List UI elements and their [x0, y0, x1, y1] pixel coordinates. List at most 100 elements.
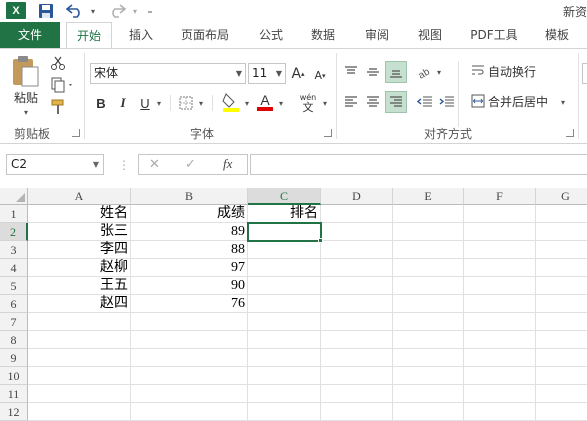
cell-e7[interactable]	[393, 313, 464, 331]
increase-indent-icon[interactable]	[438, 93, 456, 111]
tab-insert[interactable]: 插入	[118, 22, 164, 48]
cell-a2[interactable]: 张三	[28, 223, 131, 241]
tab-view[interactable]: 视图	[407, 22, 453, 48]
cell-f12[interactable]	[464, 403, 536, 421]
column-header-e[interactable]: E	[393, 188, 464, 205]
align-left-icon[interactable]	[342, 93, 360, 111]
cell-a5[interactable]: 王五	[28, 277, 131, 295]
merge-center-icon[interactable]	[470, 93, 486, 109]
cell-c5[interactable]	[248, 277, 321, 295]
cell-g3[interactable]	[536, 241, 587, 259]
cell-g8[interactable]	[536, 331, 587, 349]
row-header-4[interactable]: 4	[0, 259, 28, 277]
cell-e6[interactable]	[393, 295, 464, 313]
cell-c8[interactable]	[248, 331, 321, 349]
paste-dropdown-icon[interactable]: ▾	[16, 107, 36, 117]
cell-d4[interactable]	[321, 259, 393, 277]
alignment-launcher-icon[interactable]	[566, 129, 574, 137]
wrap-text-icon[interactable]	[470, 63, 486, 79]
tab-file[interactable]: 文件	[0, 22, 60, 48]
cell-g4[interactable]	[536, 259, 587, 277]
wrap-text-button[interactable]: 自动换行	[488, 63, 548, 79]
cell-f5[interactable]	[464, 277, 536, 295]
paste-button-label[interactable]: 粘贴	[10, 89, 42, 105]
cell-e8[interactable]	[393, 331, 464, 349]
customize-toolbar-icon[interactable]: ₌	[144, 2, 156, 20]
row-header-7[interactable]: 7	[0, 313, 28, 331]
merge-dropdown-icon[interactable]: ▾	[558, 95, 568, 109]
font-size-select[interactable]: 11 ▼	[248, 63, 286, 84]
cell-e2[interactable]	[393, 223, 464, 241]
font-name-select[interactable]: 宋体 ▼	[90, 63, 246, 84]
cell-a9[interactable]	[28, 349, 131, 367]
cell-b4[interactable]: 97	[131, 259, 248, 277]
cell-c9[interactable]	[248, 349, 321, 367]
format-painter-icon[interactable]	[48, 97, 68, 117]
column-header-d[interactable]: D	[321, 188, 393, 205]
italic-button[interactable]: I	[114, 93, 132, 113]
column-header-g[interactable]: G	[536, 188, 587, 205]
column-header-f[interactable]: F	[464, 188, 536, 205]
cell-d8[interactable]	[321, 331, 393, 349]
phonetic-guide-icon[interactable]: wén 文	[296, 91, 320, 115]
cell-d7[interactable]	[321, 313, 393, 331]
formula-bar-grip-icon[interactable]: ⋮	[118, 156, 130, 174]
font-color-icon[interactable]: A	[254, 91, 276, 113]
cell-e9[interactable]	[393, 349, 464, 367]
tab-pdf-tools[interactable]: PDF工具	[462, 22, 526, 48]
align-middle-icon[interactable]	[364, 63, 382, 81]
name-box[interactable]: C2 ▼	[6, 154, 104, 175]
row-header-1[interactable]: 1	[0, 205, 28, 223]
borders-dropdown-icon[interactable]: ▾	[196, 95, 206, 111]
cell-b9[interactable]	[131, 349, 248, 367]
cell-a3[interactable]: 李四	[28, 241, 131, 259]
cell-f7[interactable]	[464, 313, 536, 331]
row-header-11[interactable]: 11	[0, 385, 28, 403]
column-header-a[interactable]: A	[28, 188, 131, 205]
borders-icon[interactable]	[176, 93, 196, 113]
font-color-dropdown-icon[interactable]: ▾	[276, 95, 286, 111]
cell-b1[interactable]: 成绩	[131, 205, 248, 223]
enter-icon[interactable]: ✓	[185, 157, 196, 172]
cell-b2[interactable]: 89	[131, 223, 248, 241]
cell-c3[interactable]	[248, 241, 321, 259]
cell-a12[interactable]	[28, 403, 131, 421]
align-top-icon[interactable]	[342, 63, 360, 81]
cell-e4[interactable]	[393, 259, 464, 277]
cell-f10[interactable]	[464, 367, 536, 385]
cell-g7[interactable]	[536, 313, 587, 331]
phonetic-dropdown-icon[interactable]: ▾	[320, 95, 330, 111]
cell-c10[interactable]	[248, 367, 321, 385]
cell-f8[interactable]	[464, 331, 536, 349]
font-launcher-icon[interactable]	[324, 129, 332, 137]
cell-b10[interactable]	[131, 367, 248, 385]
cell-b7[interactable]	[131, 313, 248, 331]
tab-formulas[interactable]: 公式	[248, 22, 294, 48]
cell-a7[interactable]	[28, 313, 131, 331]
cell-f9[interactable]	[464, 349, 536, 367]
align-right-icon[interactable]	[385, 91, 407, 113]
cell-e11[interactable]	[393, 385, 464, 403]
cell-a8[interactable]	[28, 331, 131, 349]
underline-dropdown-icon[interactable]: ▾	[154, 95, 164, 111]
cell-a11[interactable]	[28, 385, 131, 403]
row-header-10[interactable]: 10	[0, 367, 28, 385]
cell-g6[interactable]	[536, 295, 587, 313]
decrease-font-icon[interactable]: A ▾	[312, 65, 328, 86]
redo-dropdown-icon[interactable]: ▾	[130, 2, 140, 20]
copy-icon[interactable]	[48, 75, 76, 95]
merge-center-button[interactable]: 合并后居中	[488, 93, 558, 109]
bold-button[interactable]: B	[92, 93, 110, 113]
cell-g5[interactable]	[536, 277, 587, 295]
orientation-dropdown-icon[interactable]: ▾	[434, 65, 444, 79]
tab-review[interactable]: 审阅	[354, 22, 400, 48]
cell-a4[interactable]: 赵柳	[28, 259, 131, 277]
fill-color-dropdown-icon[interactable]: ▾	[242, 95, 252, 111]
cell-g9[interactable]	[536, 349, 587, 367]
cell-c12[interactable]	[248, 403, 321, 421]
cell-f6[interactable]	[464, 295, 536, 313]
cell-d11[interactable]	[321, 385, 393, 403]
cell-e5[interactable]	[393, 277, 464, 295]
cell-c4[interactable]	[248, 259, 321, 277]
tab-page-layout[interactable]: 页面布局	[172, 22, 238, 48]
